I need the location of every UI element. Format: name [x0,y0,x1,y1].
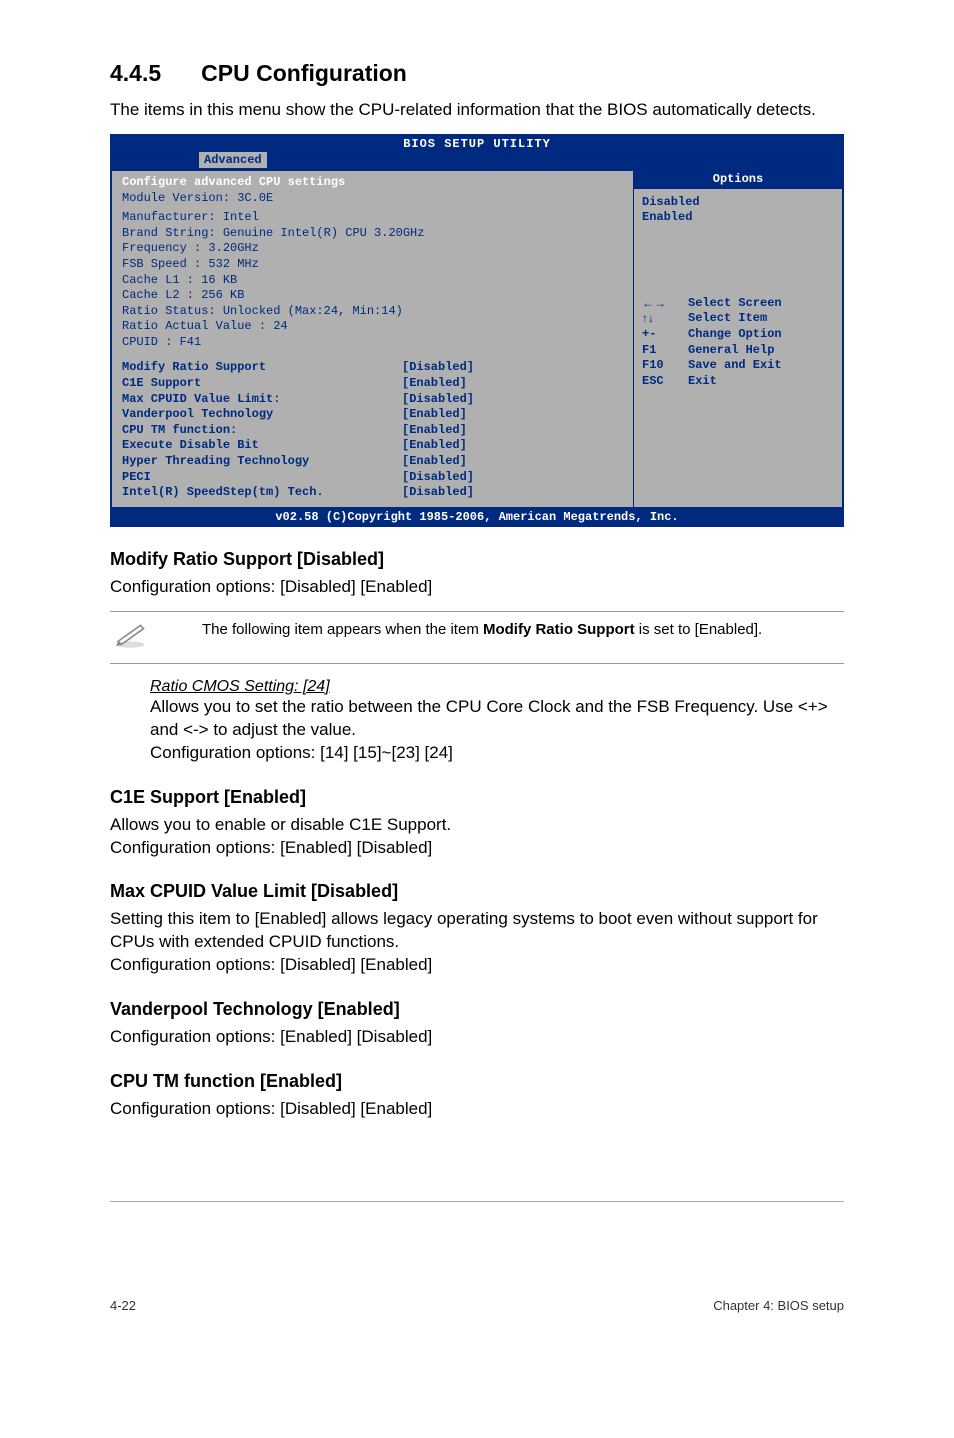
subheading-modify-ratio: Modify Ratio Support [Disabled] [110,549,844,570]
bios-setting-row: Hyper Threading Technology[Enabled] [122,454,623,470]
bios-info-line: Cache L1 : 16 KB [122,273,623,289]
cpuid-options: Configuration options: [Disabled] [Enabl… [110,954,844,977]
subheading-c1e: C1E Support [Enabled] [110,787,844,808]
bios-info-line: FSB Speed : 532 MHz [122,257,623,273]
bios-copyright: v02.58 (C)Copyright 1985-2006, American … [111,508,843,526]
bios-info-line: Ratio Actual Value : 24 [122,319,623,335]
bios-setting-row: Execute Disable Bit[Enabled] [122,438,623,454]
section-title: CPU Configuration [201,60,407,86]
bios-setting-row: Vanderpool Technology[Enabled] [122,407,623,423]
ratio-cmos-heading: Ratio CMOS Setting: [24] [150,678,844,696]
cpu-tm-options: Configuration options: [Disabled] [Enabl… [110,1098,844,1121]
bios-info-line: Cache L2 : 256 KB [122,288,623,304]
bios-screenshot: BIOS SETUP UTILITY Advanced Configure ad… [110,134,844,527]
chapter-label: Chapter 4: BIOS setup [713,1298,844,1313]
vanderpool-options: Configuration options: [Enabled] [Disabl… [110,1026,844,1049]
bios-title: BIOS SETUP UTILITY [111,135,843,153]
bios-setting-row: PECI[Disabled] [122,470,623,486]
bios-tab-advanced: Advanced [199,152,267,168]
bios-info-line: Manufacturer: Intel [122,210,623,226]
bios-setting-row: C1E Support[Enabled] [122,376,623,392]
bios-options-header: Options [634,171,842,189]
subheading-cpuid: Max CPUID Value Limit [Disabled] [110,881,844,902]
ratio-cmos-options: Configuration options: [14] [15]~[23] [2… [150,742,844,765]
bios-right-pane: Options Disabled Enabled ←→Select Screen… [633,170,843,508]
cpuid-text: Setting this item to [Enabled] allows le… [110,908,844,954]
intro-text: The items in this menu show the CPU-rela… [110,99,844,122]
section-number: 4.4.5 [110,60,161,86]
config-options: Configuration options: [Disabled] [Enabl… [110,576,844,599]
bios-setting-row: CPU TM function:[Enabled] [122,423,623,439]
note-text: The following item appears when the item… [170,620,762,640]
bios-nav-help: ←→Select Screen ↑↓Select Item +-Change O… [642,296,834,390]
pencil-note-icon [110,620,150,655]
bios-option: Disabled [642,195,834,211]
bios-module-version: Module Version: 3C.0E [122,191,623,207]
subheading-cpu-tm: CPU TM function [Enabled] [110,1071,844,1092]
bios-setting-row: Intel(R) SpeedStep(tm) Tech.[Disabled] [122,485,623,501]
bios-setting-row: Modify Ratio Support[Disabled] [122,360,623,376]
section-heading: 4.4.5 CPU Configuration [110,60,844,87]
c1e-text: Allows you to enable or disable C1E Supp… [110,814,844,837]
bios-info-line: Frequency : 3.20GHz [122,241,623,257]
page-number: 4-22 [110,1298,136,1313]
bios-info-line: Ratio Status: Unlocked (Max:24, Min:14) [122,304,623,320]
bios-option: Enabled [642,210,834,226]
bios-tabs-row: Advanced [111,153,843,170]
bios-info-line: CPUID : F41 [122,335,623,351]
bios-info-line: Brand String: Genuine Intel(R) CPU 3.20G… [122,226,623,242]
bios-setting-row: Max CPUID Value Limit:[Disabled] [122,392,623,408]
c1e-options: Configuration options: [Enabled] [Disabl… [110,837,844,860]
bios-config-header: Configure advanced CPU settings [122,175,623,191]
subheading-vanderpool: Vanderpool Technology [Enabled] [110,999,844,1020]
page-footer: 4-22 Chapter 4: BIOS setup [110,1292,844,1313]
ratio-cmos-text: Allows you to set the ratio between the … [150,696,844,742]
note-box: The following item appears when the item… [110,611,844,664]
bios-left-pane: Configure advanced CPU settings Module V… [111,170,633,508]
